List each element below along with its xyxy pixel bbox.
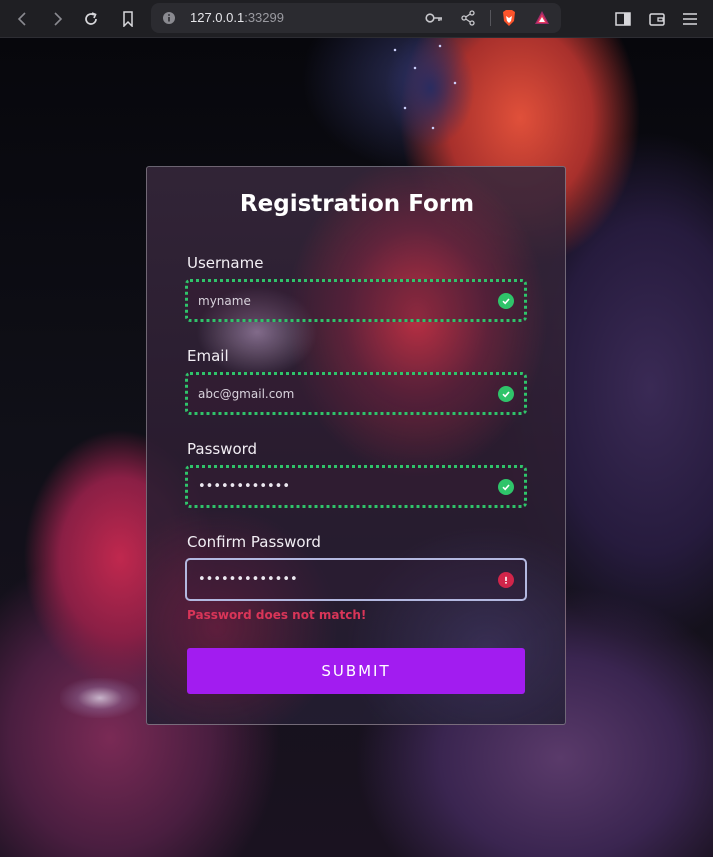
url-host: 127.0.0.1 xyxy=(190,10,245,25)
chevron-left-icon xyxy=(17,12,26,26)
brave-rewards-icon[interactable] xyxy=(533,9,551,27)
password-label: Password xyxy=(187,440,258,458)
submit-button[interactable]: SUBMIT xyxy=(187,648,525,694)
hamburger-menu-icon xyxy=(683,13,697,25)
light-glow xyxy=(60,678,140,718)
username-input[interactable]: myname xyxy=(185,279,527,322)
url-separator xyxy=(490,10,491,26)
forward-button[interactable] xyxy=(44,6,70,32)
bookmark-button[interactable] xyxy=(115,6,141,32)
wallet-button[interactable] xyxy=(644,6,670,32)
share-icon[interactable] xyxy=(459,9,477,27)
email-label: Email xyxy=(187,347,229,365)
registration-form: Registration Form Username myname Email … xyxy=(146,166,566,725)
check-circle-icon xyxy=(498,479,514,495)
username-label: Username xyxy=(187,254,264,272)
confirm-password-input[interactable]: ••••••••••••• xyxy=(185,558,527,601)
username-value: myname xyxy=(198,294,251,308)
reload-button[interactable] xyxy=(78,6,104,32)
password-value: •••••••••••• xyxy=(198,479,291,494)
back-button[interactable] xyxy=(10,6,36,32)
chevron-right-icon xyxy=(54,12,63,26)
info-icon[interactable] xyxy=(162,11,176,25)
sidebar-toggle-button[interactable] xyxy=(610,6,636,32)
url-port: :33299 xyxy=(244,10,284,25)
email-value: abc@gmail.com xyxy=(198,387,295,401)
wallet-icon xyxy=(649,13,665,26)
menu-button[interactable] xyxy=(677,6,703,32)
key-icon[interactable] xyxy=(425,9,443,27)
address-bar[interactable]: 127.0.0.1:33299 xyxy=(151,3,561,33)
password-input[interactable]: •••••••••••• xyxy=(185,465,527,508)
sidebar-icon xyxy=(615,12,631,26)
check-circle-icon xyxy=(498,293,514,309)
starry-sky xyxy=(385,38,475,148)
password-mismatch-error: Password does not match! xyxy=(187,608,367,622)
confirm-password-value: ••••••••••••• xyxy=(198,572,298,587)
url-text[interactable]: 127.0.0.1:33299 xyxy=(190,9,284,27)
bookmark-icon xyxy=(123,11,133,27)
form-title: Registration Form xyxy=(239,191,475,217)
reload-icon xyxy=(85,12,97,25)
check-circle-icon xyxy=(498,386,514,402)
brave-shields-icon[interactable] xyxy=(500,9,518,27)
email-input[interactable]: abc@gmail.com xyxy=(185,372,527,415)
error-circle-icon xyxy=(498,572,514,588)
browser-toolbar: 127.0.0.1:33299 xyxy=(0,0,713,38)
confirm-password-label: Confirm Password xyxy=(187,533,321,551)
